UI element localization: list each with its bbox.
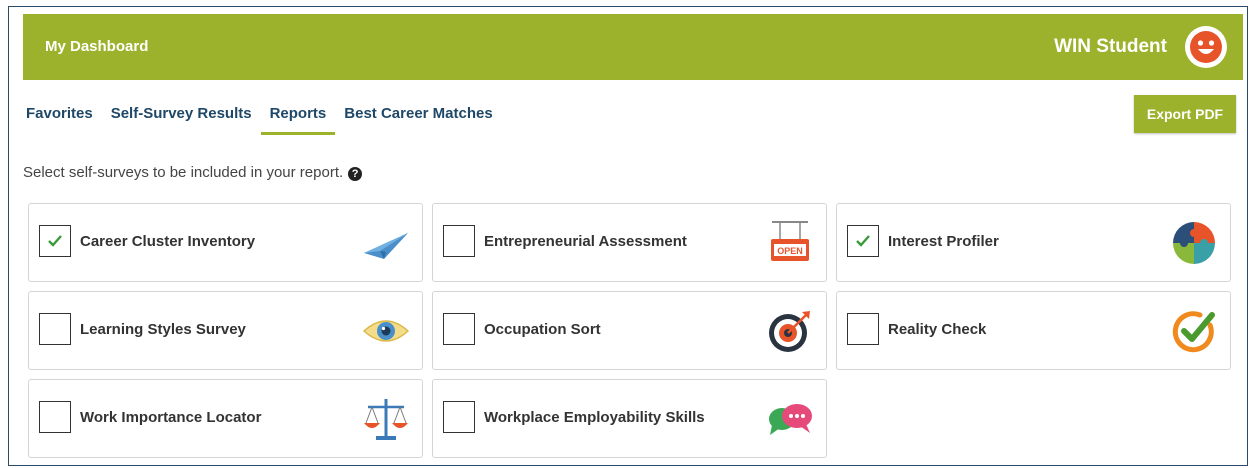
survey-card-work-importance-locator[interactable]: Work Importance Locator bbox=[28, 379, 423, 458]
checkbox-learning-styles-survey[interactable] bbox=[39, 313, 71, 345]
survey-label: Entrepreneurial Assessment bbox=[484, 233, 687, 250]
dashboard-header: My Dashboard WIN Student bbox=[23, 14, 1243, 80]
open-sign-icon: OPEN bbox=[771, 221, 809, 261]
eye-icon bbox=[362, 320, 410, 342]
survey-card-entrepreneurial-assessment[interactable]: Entrepreneurial Assessment OPEN bbox=[432, 203, 827, 282]
smiley-face-icon bbox=[1190, 31, 1222, 63]
check-icon bbox=[48, 235, 62, 247]
dashboard-frame: My Dashboard WIN Student Favorites Self-… bbox=[8, 6, 1248, 466]
checkbox-reality-check[interactable] bbox=[847, 313, 879, 345]
paper-plane-icon bbox=[364, 233, 408, 259]
survey-label: Learning Styles Survey bbox=[80, 321, 246, 338]
survey-card-occupation-sort[interactable]: Occupation Sort bbox=[432, 291, 827, 370]
survey-label: Reality Check bbox=[888, 321, 987, 338]
export-pdf-button[interactable]: Export PDF bbox=[1134, 95, 1236, 133]
survey-card-learning-styles-survey[interactable]: Learning Styles Survey bbox=[28, 291, 423, 370]
survey-label: Work Importance Locator bbox=[80, 409, 262, 426]
survey-card-reality-check[interactable]: Reality Check bbox=[836, 291, 1231, 370]
survey-label: Career Cluster Inventory bbox=[80, 233, 256, 250]
check-icon bbox=[856, 235, 870, 247]
page-title: My Dashboard bbox=[45, 38, 149, 55]
checkbox-career-cluster-inventory[interactable] bbox=[39, 225, 71, 257]
tab-favorites[interactable]: Favorites bbox=[26, 105, 102, 132]
chat-bubbles-icon bbox=[769, 404, 812, 435]
user-name[interactable]: WIN Student bbox=[1054, 36, 1167, 58]
tab-reports[interactable]: Reports bbox=[260, 105, 336, 135]
checkbox-workplace-employability-skills[interactable] bbox=[443, 401, 475, 433]
report-instruction: Select self-surveys to be included in yo… bbox=[23, 164, 363, 181]
scales-icon bbox=[364, 399, 408, 440]
help-icon[interactable]: ? bbox=[348, 167, 363, 181]
svg-text:OPEN: OPEN bbox=[777, 246, 803, 256]
survey-card-workplace-employability-skills[interactable]: Workplace Employability Skills bbox=[432, 379, 827, 458]
checkbox-occupation-sort[interactable] bbox=[443, 313, 475, 345]
checkbox-interest-profiler[interactable] bbox=[847, 225, 879, 257]
survey-label: Interest Profiler bbox=[888, 233, 999, 250]
checkmark-circle-icon bbox=[1172, 311, 1215, 353]
tab-best-career-matches[interactable]: Best Career Matches bbox=[335, 105, 501, 132]
puzzle-icon bbox=[1173, 222, 1215, 264]
survey-card-career-cluster-inventory[interactable]: Career Cluster Inventory bbox=[28, 203, 423, 282]
avatar[interactable] bbox=[1185, 26, 1227, 68]
survey-label: Occupation Sort bbox=[484, 321, 601, 338]
instruction-text: Select self-surveys to be included in yo… bbox=[23, 164, 344, 181]
target-icon bbox=[769, 311, 810, 352]
dashboard-tabs: Favorites Self-Survey Results Reports Be… bbox=[26, 105, 502, 135]
tab-self-survey-results[interactable]: Self-Survey Results bbox=[102, 105, 261, 132]
checkbox-work-importance-locator[interactable] bbox=[39, 401, 71, 433]
survey-card-interest-profiler[interactable]: Interest Profiler bbox=[836, 203, 1231, 282]
checkbox-entrepreneurial-assessment[interactable] bbox=[443, 225, 475, 257]
survey-label: Workplace Employability Skills bbox=[484, 409, 705, 426]
